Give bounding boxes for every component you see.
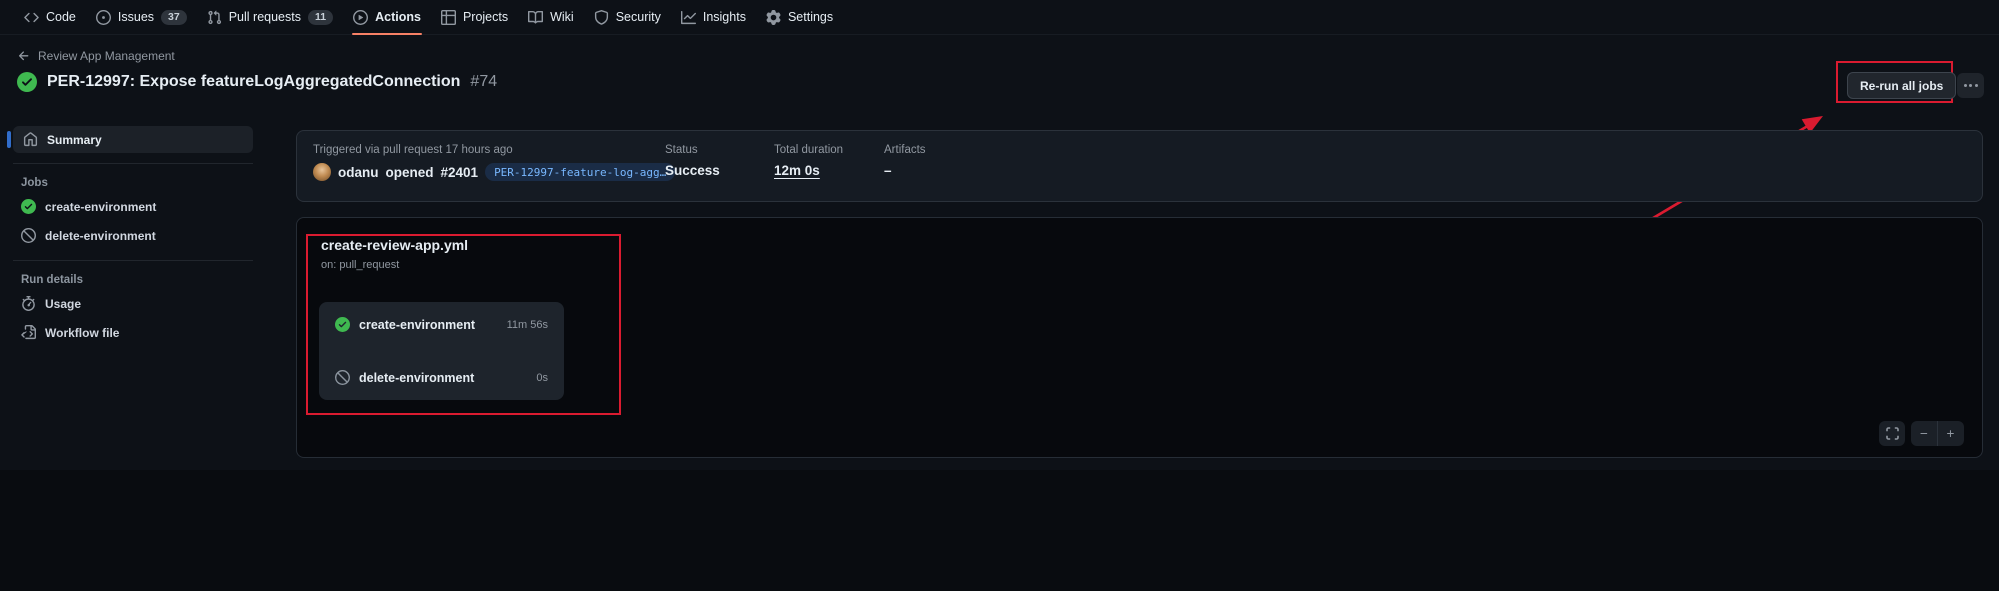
duration-label: Total duration <box>774 144 884 156</box>
nav-tab-projects[interactable]: Projects <box>431 0 518 34</box>
nav-tab-label: Code <box>46 10 76 24</box>
check-circle-icon <box>335 317 350 332</box>
breadcrumb-back-link[interactable]: Review App Management <box>17 49 175 63</box>
run-title-row: PER-12997: Expose featureLogAggregatedCo… <box>17 72 497 92</box>
nav-tab-label: Insights <box>703 10 746 24</box>
run-sidebar: Summary Jobs create-environment delete-e… <box>0 119 266 347</box>
success-check-icon <box>17 72 37 92</box>
page-title: PER-12997: Expose featureLogAggregatedCo… <box>47 73 460 91</box>
check-circle-icon <box>21 199 36 214</box>
issues-count-badge: 37 <box>161 10 187 25</box>
skip-icon <box>21 228 36 243</box>
fit-view-icon <box>1886 427 1899 440</box>
branch-badge[interactable]: PER-12997-feature-log-agg… <box>485 163 675 181</box>
sidebar-divider <box>13 260 253 261</box>
nav-tab-insights[interactable]: Insights <box>671 0 756 34</box>
sidebar-job-create-environment[interactable]: create-environment <box>13 192 253 221</box>
nav-tab-settings[interactable]: Settings <box>756 0 843 34</box>
workflow-trigger: on: pull_request <box>321 259 399 271</box>
job-row-delete-environment[interactable]: delete-environment 0s <box>335 370 548 385</box>
book-icon <box>528 10 543 25</box>
workflow-graph-panel: create-review-app.yml on: pull_request c… <box>296 217 1983 458</box>
artifacts-value: – <box>884 163 1966 178</box>
stopwatch-icon <box>21 296 36 311</box>
graph-icon <box>681 10 696 25</box>
code-icon <box>24 10 39 25</box>
job-name: create-environment <box>359 318 475 332</box>
nav-tab-label: Pull requests <box>229 10 301 24</box>
sidebar-summary-label: Summary <box>47 133 102 147</box>
artifacts-label: Artifacts <box>884 144 1966 156</box>
status-column: Status Success <box>665 144 774 188</box>
zoom-out-button[interactable]: − <box>1912 421 1938 446</box>
nav-tab-issues[interactable]: Issues 37 <box>86 0 197 34</box>
usage-label: Usage <box>45 297 81 311</box>
graph-controls: − + <box>1879 421 1964 446</box>
nav-tab-code[interactable]: Code <box>14 0 86 34</box>
nav-tab-label: Projects <box>463 10 508 24</box>
kebab-icon <box>1964 84 1967 87</box>
action-text: opened <box>386 165 434 180</box>
pull-requests-count-badge: 11 <box>308 10 333 25</box>
nav-tab-security[interactable]: Security <box>584 0 671 34</box>
avatar[interactable] <box>313 163 331 181</box>
job-row-create-environment[interactable]: create-environment 11m 56s <box>335 317 548 332</box>
job-name: delete-environment <box>359 371 474 385</box>
arrow-left-icon <box>17 49 31 63</box>
workflow-file-name: create-review-app.yml <box>321 237 468 253</box>
nav-tab-label: Wiki <box>550 10 574 24</box>
actor-name[interactable]: odanu <box>338 165 379 180</box>
trigger-label: Triggered via pull request 17 hours ago <box>313 144 665 156</box>
gear-icon <box>766 10 781 25</box>
status-value: Success <box>665 163 774 178</box>
skip-icon <box>335 370 350 385</box>
nav-tab-label: Security <box>616 10 661 24</box>
zoom-control: − + <box>1911 421 1964 446</box>
job-duration: 11m 56s <box>507 319 548 331</box>
sidebar-divider <box>13 163 253 164</box>
status-label: Status <box>665 144 774 156</box>
run-number: #74 <box>470 73 497 91</box>
job-duration: 0s <box>536 372 548 384</box>
breadcrumb-label: Review App Management <box>38 49 175 63</box>
nav-tab-actions[interactable]: Actions <box>343 0 431 34</box>
sidebar-item-summary[interactable]: Summary <box>13 126 253 153</box>
play-icon <box>353 10 368 25</box>
sidebar-run-details-header: Run details <box>21 274 266 286</box>
kebab-menu-button[interactable] <box>1957 73 1984 98</box>
nav-tab-wiki[interactable]: Wiki <box>518 0 584 34</box>
run-info-panel: Triggered via pull request 17 hours ago … <box>296 130 1983 202</box>
sidebar-item-workflow-file[interactable]: Workflow file <box>13 318 253 347</box>
job-label: create-environment <box>45 200 156 214</box>
nav-tab-pull-requests[interactable]: Pull requests 11 <box>197 0 343 34</box>
issue-opened-icon <box>96 10 111 25</box>
file-code-icon <box>21 325 36 340</box>
trigger-column: Triggered via pull request 17 hours ago … <box>313 144 665 188</box>
home-icon <box>23 132 38 147</box>
shield-icon <box>594 10 609 25</box>
sidebar-job-delete-environment[interactable]: delete-environment <box>13 221 253 250</box>
fit-view-button[interactable] <box>1879 421 1905 446</box>
active-nav-indicator <box>7 131 11 148</box>
nav-tab-label: Issues <box>118 10 154 24</box>
sidebar-item-usage[interactable]: Usage <box>13 289 253 318</box>
sidebar-jobs-header: Jobs <box>21 177 266 189</box>
duration-column: Total duration 12m 0s <box>774 144 884 188</box>
duration-value-link[interactable]: 12m 0s <box>774 163 820 178</box>
rerun-all-jobs-button[interactable]: Re-run all jobs <box>1847 72 1956 99</box>
pr-number-link[interactable]: #2401 <box>441 165 479 180</box>
job-label: delete-environment <box>45 229 156 243</box>
repo-nav: Code Issues 37 Pull requests 11 Actions … <box>0 0 1999 35</box>
zoom-in-button[interactable]: + <box>1938 421 1964 446</box>
workflow-file-label: Workflow file <box>45 326 119 340</box>
nav-tab-label: Actions <box>375 10 421 24</box>
nav-tab-label: Settings <box>788 10 833 24</box>
artifacts-column: Artifacts – <box>884 144 1966 188</box>
workflow-job-card: create-environment 11m 56s delete-enviro… <box>319 302 564 400</box>
git-pull-request-icon <box>207 10 222 25</box>
table-icon <box>441 10 456 25</box>
